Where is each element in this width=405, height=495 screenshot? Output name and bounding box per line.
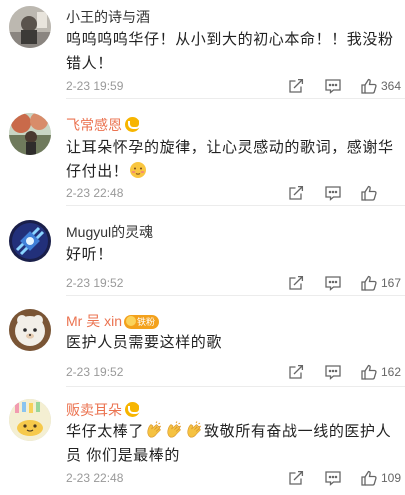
comment-time: 2-23 22:48	[66, 471, 124, 485]
comment-text: 好听！	[66, 246, 113, 263]
share-icon[interactable]	[287, 274, 305, 292]
share-icon[interactable]	[287, 363, 305, 381]
comment-time: 2-23 19:59	[66, 79, 124, 93]
comment-actions	[205, 184, 405, 204]
comment-icon[interactable]	[324, 363, 342, 381]
comment-item: 贩卖耳朵 华仔太棒了 致敬所有奋战一线的医护人员 你们是最棒的 2-23 22:4…	[0, 387, 405, 495]
clap-emoji-icon	[185, 421, 203, 439]
clap-emoji-icon	[145, 421, 163, 439]
comment-actions: 364	[205, 77, 405, 97]
share-icon[interactable]	[287, 184, 305, 202]
avatar[interactable]	[9, 399, 51, 441]
comment-text: 华仔太棒了 致敬所有奋战一线的医护人员 你们是最棒的	[66, 421, 392, 464]
comment-time: 2-23 19:52	[66, 365, 124, 379]
clap-emoji-icon	[165, 421, 183, 439]
comment-actions: 167	[205, 274, 405, 294]
comment-username[interactable]: 飞常感恩	[66, 116, 141, 134]
share-icon[interactable]	[287, 77, 305, 95]
like-count: 109	[381, 471, 402, 485]
comment-item: Mr 吴 xin 铁粉 医护人员需要这样的歌 2-23 19:52 162	[0, 296, 405, 387]
avatar[interactable]	[9, 6, 51, 48]
comment-text: 医护人员需要这样的歌	[66, 334, 223, 351]
vip-badge-icon	[125, 117, 141, 132]
vip-badge-icon	[125, 402, 141, 417]
comment-username[interactable]: Mugyul的灵魂	[66, 223, 153, 241]
thumbs-up-icon[interactable]	[360, 469, 378, 487]
comment-icon[interactable]	[324, 184, 342, 202]
thumbs-up-icon[interactable]	[360, 184, 378, 202]
avatar[interactable]	[9, 220, 51, 262]
comment-icon[interactable]	[324, 77, 342, 95]
share-icon[interactable]	[287, 469, 305, 487]
comment-icon[interactable]	[324, 274, 342, 292]
comment-username[interactable]: Mr 吴 xin 铁粉	[66, 312, 160, 330]
comment-item: Mugyul的灵魂 好听！ 2-23 19:52 167	[0, 206, 405, 296]
comment-time: 2-23 19:52	[66, 276, 124, 290]
comment-icon[interactable]	[324, 469, 342, 487]
comment-item: 飞常感恩 让耳朵怀孕的旋律，让心灵感动的歌词，感谢华仔付出！ 2-23 22:4…	[0, 99, 405, 206]
comment-username[interactable]: 贩卖耳朵	[66, 401, 141, 419]
comment-actions: 162	[205, 363, 405, 383]
thumbs-up-icon[interactable]	[360, 77, 378, 95]
blush-emoji-icon	[129, 161, 147, 179]
like-count: 364	[381, 79, 402, 93]
like-count: 167	[381, 276, 402, 290]
fan-badge: 铁粉	[124, 315, 160, 329]
comment-text: 让耳朵怀孕的旋律，让心灵感动的歌词，感谢华仔付出！	[66, 139, 394, 180]
comment-actions: 109	[205, 469, 405, 489]
avatar[interactable]	[9, 113, 51, 155]
comment-username[interactable]: 小王的诗与酒	[66, 8, 150, 26]
thumbs-up-icon[interactable]	[360, 274, 378, 292]
like-count: 162	[381, 365, 402, 379]
comment-time: 2-23 22:48	[66, 186, 124, 200]
avatar[interactable]	[9, 309, 51, 351]
thumbs-up-icon[interactable]	[360, 363, 378, 381]
comment-item: 小王的诗与酒 呜呜呜呜华仔！从小到大的初心本命！！我没粉错人！ 2-23 19:…	[0, 0, 405, 99]
comment-text: 呜呜呜呜华仔！从小到大的初心本命！！我没粉错人！	[66, 31, 394, 72]
